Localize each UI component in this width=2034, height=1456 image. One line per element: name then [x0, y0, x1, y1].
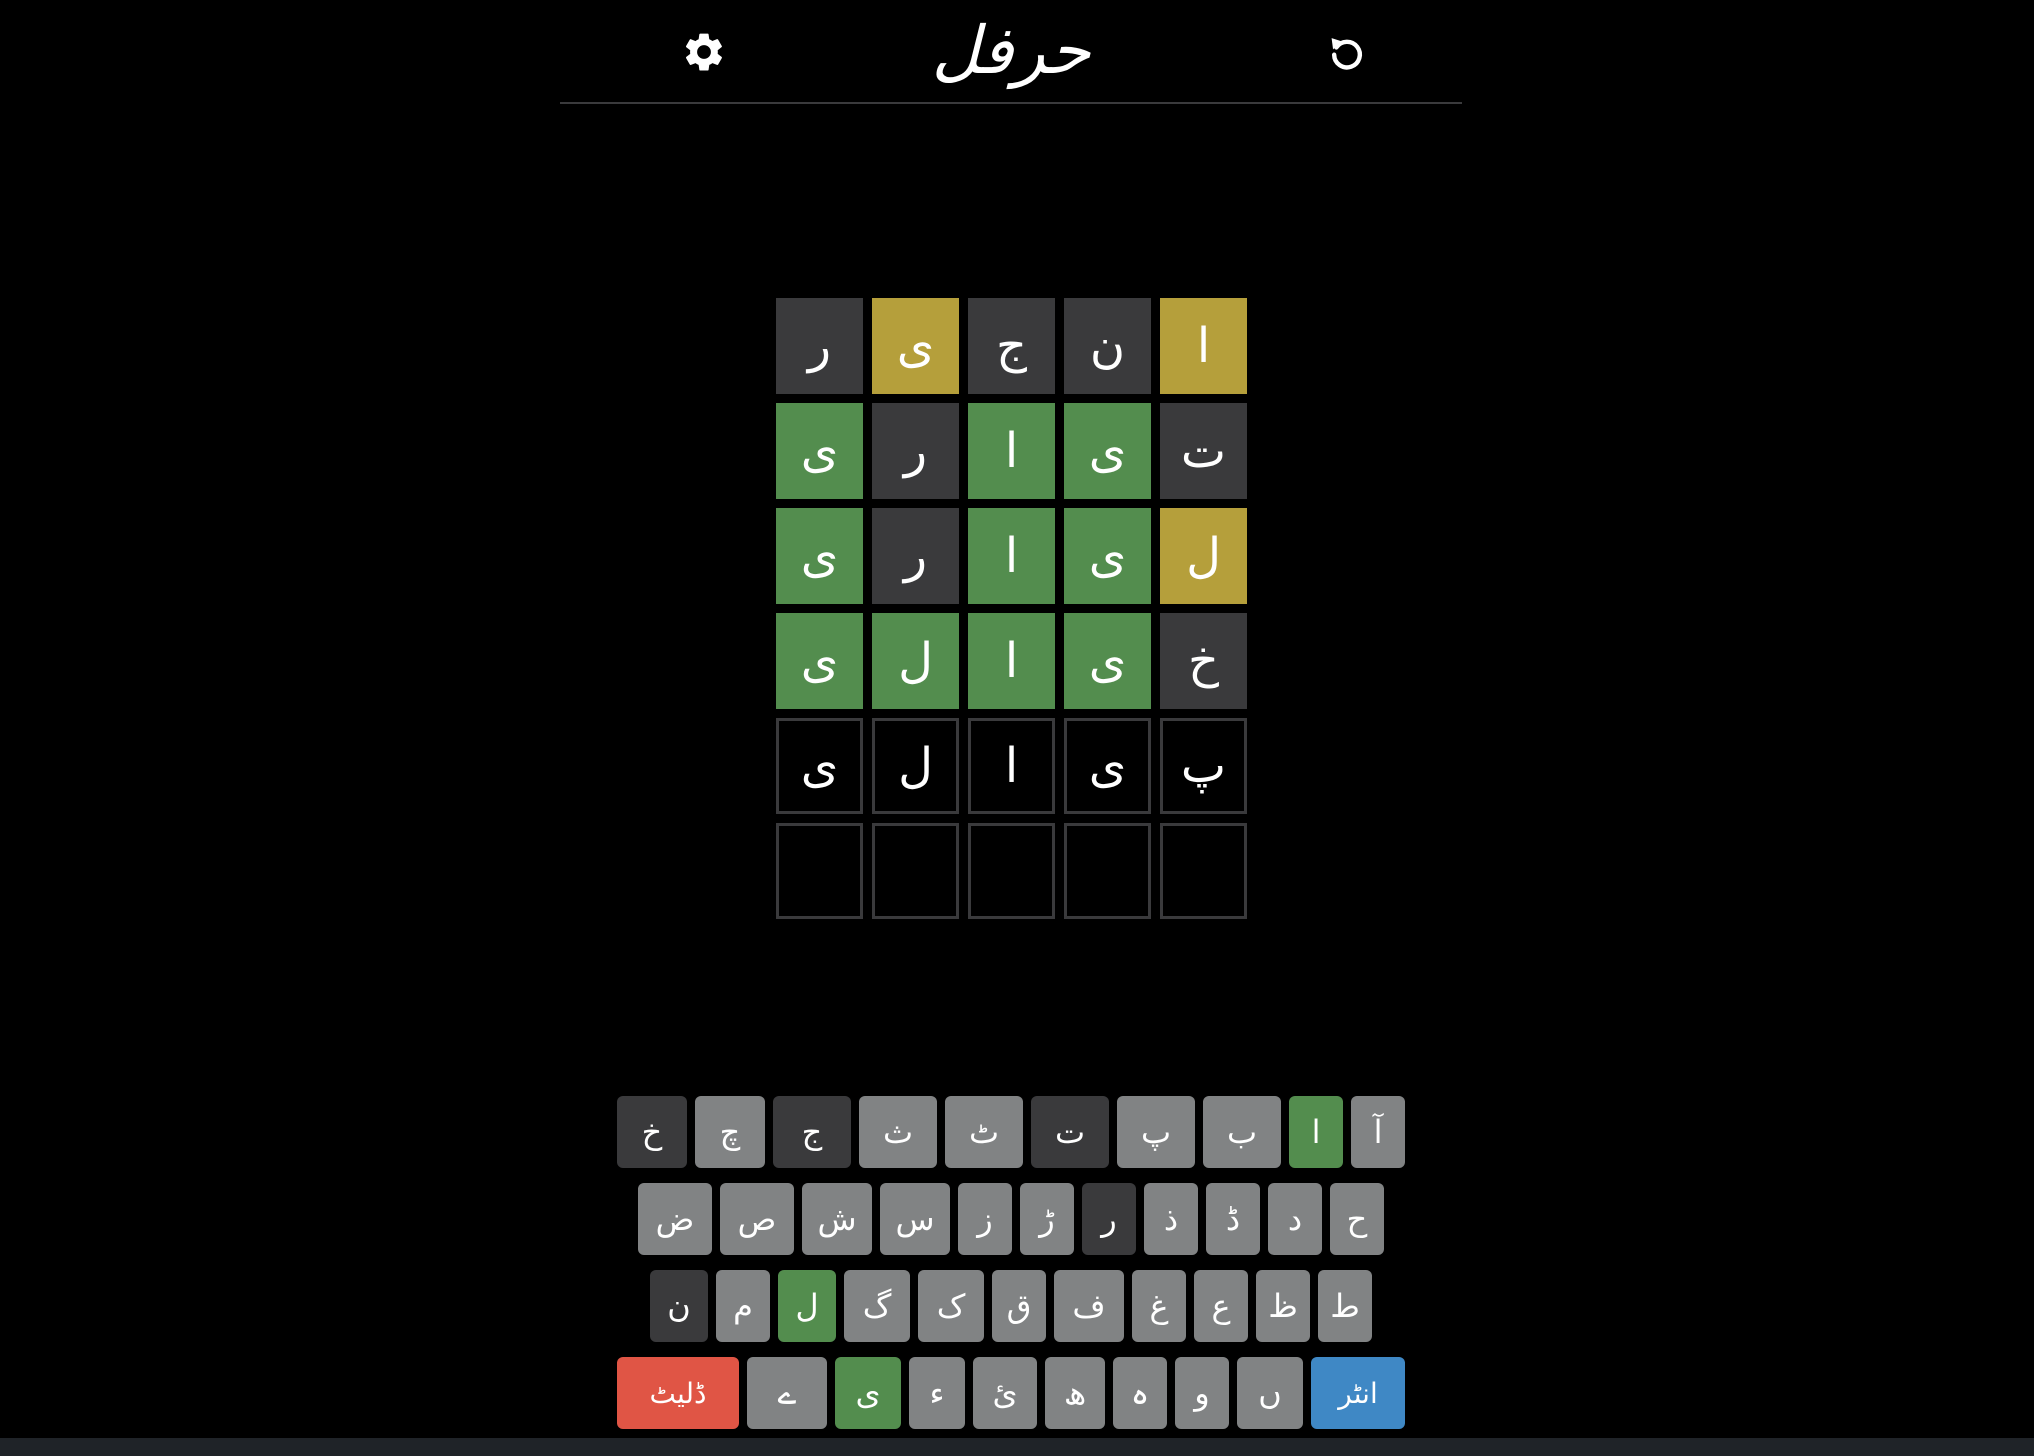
- key-7[interactable]: ز: [958, 1183, 1012, 1255]
- board-tile: ل: [1160, 508, 1247, 604]
- board-tile: ت: [1160, 403, 1247, 499]
- delete-button[interactable]: ڈلیٹ: [617, 1357, 739, 1429]
- key-11[interactable]: ن: [650, 1270, 708, 1342]
- board-tile: ج: [968, 298, 1055, 394]
- board-tile: ر: [776, 298, 863, 394]
- board-tile: ی: [776, 403, 863, 499]
- board-tile: ا: [968, 403, 1055, 499]
- keyboard-row: طظعغفقکگلمن: [560, 1270, 1462, 1342]
- key-1[interactable]: آ: [1351, 1096, 1405, 1168]
- undo-icon: [1331, 38, 1363, 70]
- key-10[interactable]: م: [716, 1270, 770, 1342]
- key-6[interactable]: ڑ: [1020, 1183, 1074, 1255]
- key-7[interactable]: ک: [918, 1270, 984, 1342]
- key-6[interactable]: ئ: [973, 1357, 1037, 1429]
- board-tile: ی: [1064, 403, 1151, 499]
- key-2[interactable]: ں: [1237, 1357, 1303, 1429]
- board-tile: پ: [1160, 718, 1247, 814]
- window-bottom-edge: [0, 1438, 2034, 1456]
- key-9[interactable]: ل: [778, 1270, 836, 1342]
- key-3[interactable]: ڈ: [1206, 1183, 1260, 1255]
- board-tile: ی: [776, 613, 863, 709]
- key-7[interactable]: ء: [909, 1357, 965, 1429]
- key-5[interactable]: ر: [1082, 1183, 1136, 1255]
- board-tile: ی: [872, 298, 959, 394]
- board-tile: ن: [1064, 298, 1151, 394]
- key-10[interactable]: خ: [617, 1096, 687, 1168]
- key-4[interactable]: غ: [1132, 1270, 1186, 1342]
- key-9[interactable]: چ: [695, 1096, 765, 1168]
- key-1[interactable]: ط: [1318, 1270, 1372, 1342]
- key-6[interactable]: ق: [992, 1270, 1046, 1342]
- key-11[interactable]: ض: [638, 1183, 712, 1255]
- keyboard-row: آابپتٹثجچخ: [560, 1096, 1462, 1168]
- board-tile: ا: [968, 613, 1055, 709]
- key-3[interactable]: و: [1175, 1357, 1229, 1429]
- key-9[interactable]: ش: [802, 1183, 872, 1255]
- guess-board: انجیرتیاریلیاریخیالیپیالی: [776, 298, 1247, 919]
- key-5[interactable]: ف: [1054, 1270, 1124, 1342]
- key-5[interactable]: ھ: [1045, 1357, 1105, 1429]
- board-tile: [1160, 823, 1247, 919]
- board-tile: ا: [968, 508, 1055, 604]
- key-8[interactable]: گ: [844, 1270, 910, 1342]
- board-tile: خ: [1160, 613, 1247, 709]
- key-7[interactable]: ث: [859, 1096, 937, 1168]
- key-1[interactable]: ح: [1330, 1183, 1384, 1255]
- key-8[interactable]: ی: [835, 1357, 901, 1429]
- board-tile: ی: [1064, 718, 1151, 814]
- key-4[interactable]: پ: [1117, 1096, 1195, 1168]
- board-tile: [776, 823, 863, 919]
- board-tile: ا: [1160, 298, 1247, 394]
- key-8[interactable]: ج: [773, 1096, 851, 1168]
- board-tile: ر: [872, 508, 959, 604]
- board-tile: ی: [776, 718, 863, 814]
- enter-button[interactable]: انٹر: [1311, 1357, 1405, 1429]
- key-2[interactable]: د: [1268, 1183, 1322, 1255]
- board-tile: ا: [968, 718, 1055, 814]
- key-5[interactable]: ت: [1031, 1096, 1109, 1168]
- key-3[interactable]: ب: [1203, 1096, 1281, 1168]
- keyboard-row: انٹر ں و ہ ھ ئ ء ی ے ڈلیٹ: [560, 1357, 1462, 1429]
- key-4[interactable]: ہ: [1113, 1357, 1167, 1429]
- keyboard-row: حدڈذرڑزسشصض: [560, 1183, 1462, 1255]
- board-tile: [1064, 823, 1151, 919]
- key-6[interactable]: ٹ: [945, 1096, 1023, 1168]
- key-2[interactable]: ا: [1289, 1096, 1343, 1168]
- board-tile: ی: [1064, 508, 1151, 604]
- key-9[interactable]: ے: [747, 1357, 827, 1429]
- key-4[interactable]: ذ: [1144, 1183, 1198, 1255]
- board-tile: [968, 823, 1055, 919]
- board-tile: ی: [776, 508, 863, 604]
- key-2[interactable]: ظ: [1256, 1270, 1310, 1342]
- header: حرفل: [560, 0, 1462, 104]
- board-tile: ی: [1064, 613, 1151, 709]
- key-8[interactable]: س: [880, 1183, 950, 1255]
- key-10[interactable]: ص: [720, 1183, 794, 1255]
- board-tile: ر: [872, 403, 959, 499]
- board-tile: [872, 823, 959, 919]
- reset-button[interactable]: [1315, 20, 1379, 84]
- board-tile: ل: [872, 718, 959, 814]
- key-3[interactable]: ع: [1194, 1270, 1248, 1342]
- board-tile: ل: [872, 613, 959, 709]
